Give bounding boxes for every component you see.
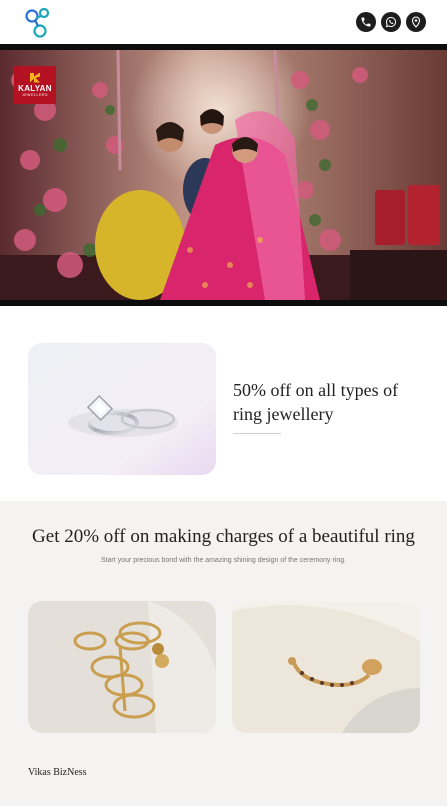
footer-brand-name[interactable]: Vikas BizNess: [28, 767, 87, 778]
brand-logo-name: KALYAN: [18, 83, 52, 93]
phone-button[interactable]: [356, 12, 376, 32]
site-header: [0, 0, 447, 45]
whatsapp-button[interactable]: [381, 12, 401, 32]
location-pin-icon: [411, 16, 421, 28]
ring-offer-section: 50% off on all types of ring jewellery: [0, 306, 447, 501]
phone-icon: [361, 17, 371, 27]
ring-offer-image: [28, 343, 216, 475]
gold-ear-cuff-image: [232, 601, 420, 733]
page: KALYAN JEWELLERS 50% off on all types of…: [0, 0, 447, 806]
divider: [233, 433, 281, 434]
whatsapp-icon: [385, 16, 397, 28]
making-charges-title: Get 20% off on making charges of a beaut…: [32, 526, 415, 547]
hero-image: KALYAN JEWELLERS: [0, 50, 447, 300]
making-charges-subtitle: Start your precious bond with the amazin…: [100, 557, 347, 564]
brand-logo: KALYAN JEWELLERS: [14, 66, 56, 104]
chain-link-logo-icon[interactable]: [22, 4, 54, 40]
brand-logo-tagline: JEWELLERS: [21, 92, 49, 97]
hero-video[interactable]: KALYAN JEWELLERS: [0, 44, 447, 306]
location-button[interactable]: [406, 12, 426, 32]
brand-k-icon: [30, 72, 40, 83]
ring-offer-title: 50% off on all types of ring jewellery: [233, 380, 399, 424]
gold-rings-image: [28, 601, 216, 733]
making-charges-section: Get 20% off on making charges of a beaut…: [0, 501, 447, 806]
